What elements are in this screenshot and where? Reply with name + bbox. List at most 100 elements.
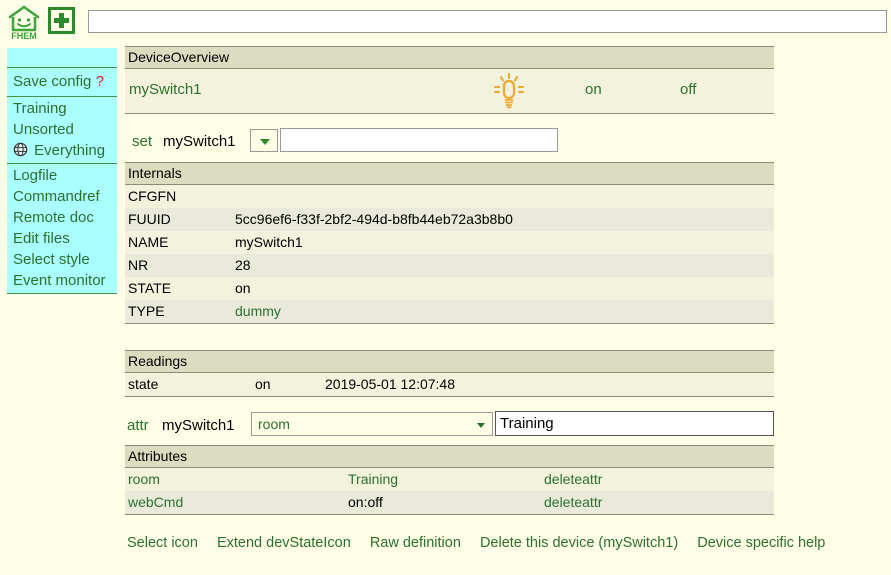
device-overview-body: mySwitch1 on off: [125, 69, 774, 114]
plus-icon-vertical-bar: [59, 13, 64, 28]
sidebar-item-save-config[interactable]: Save config ?: [9, 69, 117, 94]
logo-label: FHEM: [11, 31, 37, 41]
table-row: CFGFN: [125, 185, 774, 208]
attributes-panel: Attributes room Training deleteattr webC…: [125, 445, 774, 515]
table-row: webCmd on:off deleteattr: [125, 491, 774, 514]
reading-name: state: [128, 376, 159, 392]
sidebar-item-logfile[interactable]: Logfile: [9, 165, 117, 186]
sidebar-item-label: Commandref: [13, 188, 100, 205]
attr-name-select-value: room: [258, 416, 290, 432]
internals-key: FUUID: [128, 211, 171, 227]
sidebar-item-commandref[interactable]: Commandref: [9, 186, 117, 207]
device-overview-panel: DeviceOverview mySwitch1 on off: [125, 46, 774, 114]
internals-key: CFGFN: [128, 188, 177, 204]
sidebar-item-label: Everything: [34, 142, 106, 159]
device-name-link[interactable]: mySwitch1: [129, 81, 202, 98]
internals-value: mySwitch1: [235, 234, 303, 250]
attr-value-input[interactable]: [495, 411, 774, 436]
set-device-name-label: mySwitch1: [163, 133, 236, 150]
save-config-label: Save config: [13, 73, 92, 90]
sidebar-item-unsorted[interactable]: Unsorted: [9, 119, 117, 140]
command-input[interactable]: [88, 10, 887, 33]
set-command-select[interactable]: [250, 129, 278, 152]
sidebar: Save config ? Training Unsorted Everythi…: [7, 48, 117, 294]
internals-value: [235, 186, 774, 207]
attributes-body: room Training deleteattr webCmd on:off d…: [125, 468, 774, 515]
delete-device-link[interactable]: Delete this device (mySwitch1): [480, 535, 678, 551]
device-command-on[interactable]: on: [585, 81, 602, 98]
attribute-name[interactable]: webCmd: [128, 492, 348, 513]
sidebar-item-edit-files[interactable]: Edit files: [9, 228, 117, 249]
sidebar-group-tools: Logfile Commandref Remote doc Edit files…: [7, 164, 117, 293]
sidebar-divider-4: [7, 293, 117, 294]
readings-title: Readings: [125, 350, 774, 373]
sidebar-item-label: Logfile: [13, 167, 58, 184]
device-overview-row: mySwitch1 on off: [125, 69, 774, 113]
table-row: room Training deleteattr: [125, 468, 774, 491]
chevron-down-icon: [477, 423, 485, 428]
reading-timestamp: 2019-05-01 12:07:48: [325, 376, 455, 392]
table-row: TYPE dummy: [125, 300, 774, 323]
spacer-internals-readings: [125, 324, 891, 350]
save-config-help-icon[interactable]: ?: [96, 73, 104, 90]
set-command-row: set mySwitch1: [125, 124, 891, 162]
set-keyword-label: set: [132, 133, 153, 150]
sidebar-item-label: Unsorted: [13, 121, 74, 138]
attribute-name[interactable]: room: [128, 469, 348, 490]
attr-name-select[interactable]: room: [251, 412, 493, 436]
internals-title: Internals: [125, 162, 774, 185]
sidebar-item-label: Remote doc: [13, 209, 94, 226]
sidebar-item-label: Edit files: [13, 230, 70, 247]
reading-value: on: [255, 376, 271, 392]
chevron-down-icon: [260, 139, 270, 145]
table-row: state on 2019-05-01 12:07:48: [125, 373, 774, 396]
internals-value-link[interactable]: dummy: [235, 301, 774, 322]
attributes-title: Attributes: [125, 445, 774, 468]
sidebar-item-event-monitor[interactable]: Event monitor: [9, 270, 117, 291]
sidebar-item-training[interactable]: Training: [9, 98, 117, 119]
attribute-delete-link[interactable]: deleteattr: [544, 492, 774, 513]
internals-key: TYPE: [128, 303, 165, 319]
attribute-delete-link[interactable]: deleteattr: [544, 469, 774, 490]
readings-panel: Readings state on 2019-05-01 12:07:48: [125, 350, 774, 397]
internals-panel: Internals CFGFN FUUID 5cc96ef6-f33f-2bf2…: [125, 162, 774, 324]
table-row: FUUID 5cc96ef6-f33f-2bf2-494d-b8fb44eb72…: [125, 208, 774, 231]
sidebar-top-spacer: [7, 48, 117, 67]
internals-key: STATE: [128, 280, 172, 296]
attr-keyword-label: attr: [127, 417, 149, 434]
sidebar-group-save: Save config ?: [7, 68, 117, 96]
table-row: NR 28: [125, 254, 774, 277]
lightbulb-on-icon[interactable]: [489, 72, 529, 112]
plus-icon[interactable]: [48, 7, 75, 34]
sidebar-item-select-style[interactable]: Select style: [9, 249, 117, 270]
device-specific-help-link[interactable]: Device specific help: [697, 535, 825, 551]
internals-body: CFGFN FUUID 5cc96ef6-f33f-2bf2-494d-b8fb…: [125, 185, 774, 324]
sidebar-item-label: Select style: [13, 251, 90, 268]
attr-command-row: attr mySwitch1 room: [125, 409, 891, 445]
internals-key: NR: [128, 257, 149, 273]
internals-value: 5cc96ef6-f33f-2bf2-494d-b8fb44eb72a3b8b0: [235, 211, 513, 227]
sidebar-item-everything[interactable]: Everything: [9, 140, 117, 161]
readings-body: state on 2019-05-01 12:07:48: [125, 373, 774, 397]
attribute-value[interactable]: Training: [348, 469, 544, 490]
raw-definition-link[interactable]: Raw definition: [370, 535, 461, 551]
device-overview-title: DeviceOverview: [125, 46, 774, 69]
fhem-house-smiley-icon[interactable]: FHEM: [7, 5, 41, 43]
table-row: STATE on: [125, 277, 774, 300]
sidebar-item-remote-doc[interactable]: Remote doc: [9, 207, 117, 228]
globe-icon: [13, 142, 28, 157]
set-value-input[interactable]: [280, 128, 558, 152]
attribute-value: on:off: [348, 494, 383, 510]
internals-value: 28: [235, 257, 251, 273]
internals-key: NAME: [128, 234, 169, 250]
extend-devstateicon-link[interactable]: Extend devStateIcon: [217, 535, 351, 551]
device-command-off[interactable]: off: [680, 81, 696, 98]
sidebar-item-label: Event monitor: [13, 272, 106, 289]
sidebar-item-label: Training: [13, 100, 67, 117]
internals-value: on: [235, 280, 251, 296]
device-actions-links: Select icon Extend devStateIcon Raw defi…: [125, 535, 891, 551]
attr-device-name-label: mySwitch1: [162, 417, 235, 434]
table-row: NAME mySwitch1: [125, 231, 774, 254]
top-bar: FHEM: [0, 0, 891, 46]
select-icon-link[interactable]: Select icon: [127, 535, 198, 551]
